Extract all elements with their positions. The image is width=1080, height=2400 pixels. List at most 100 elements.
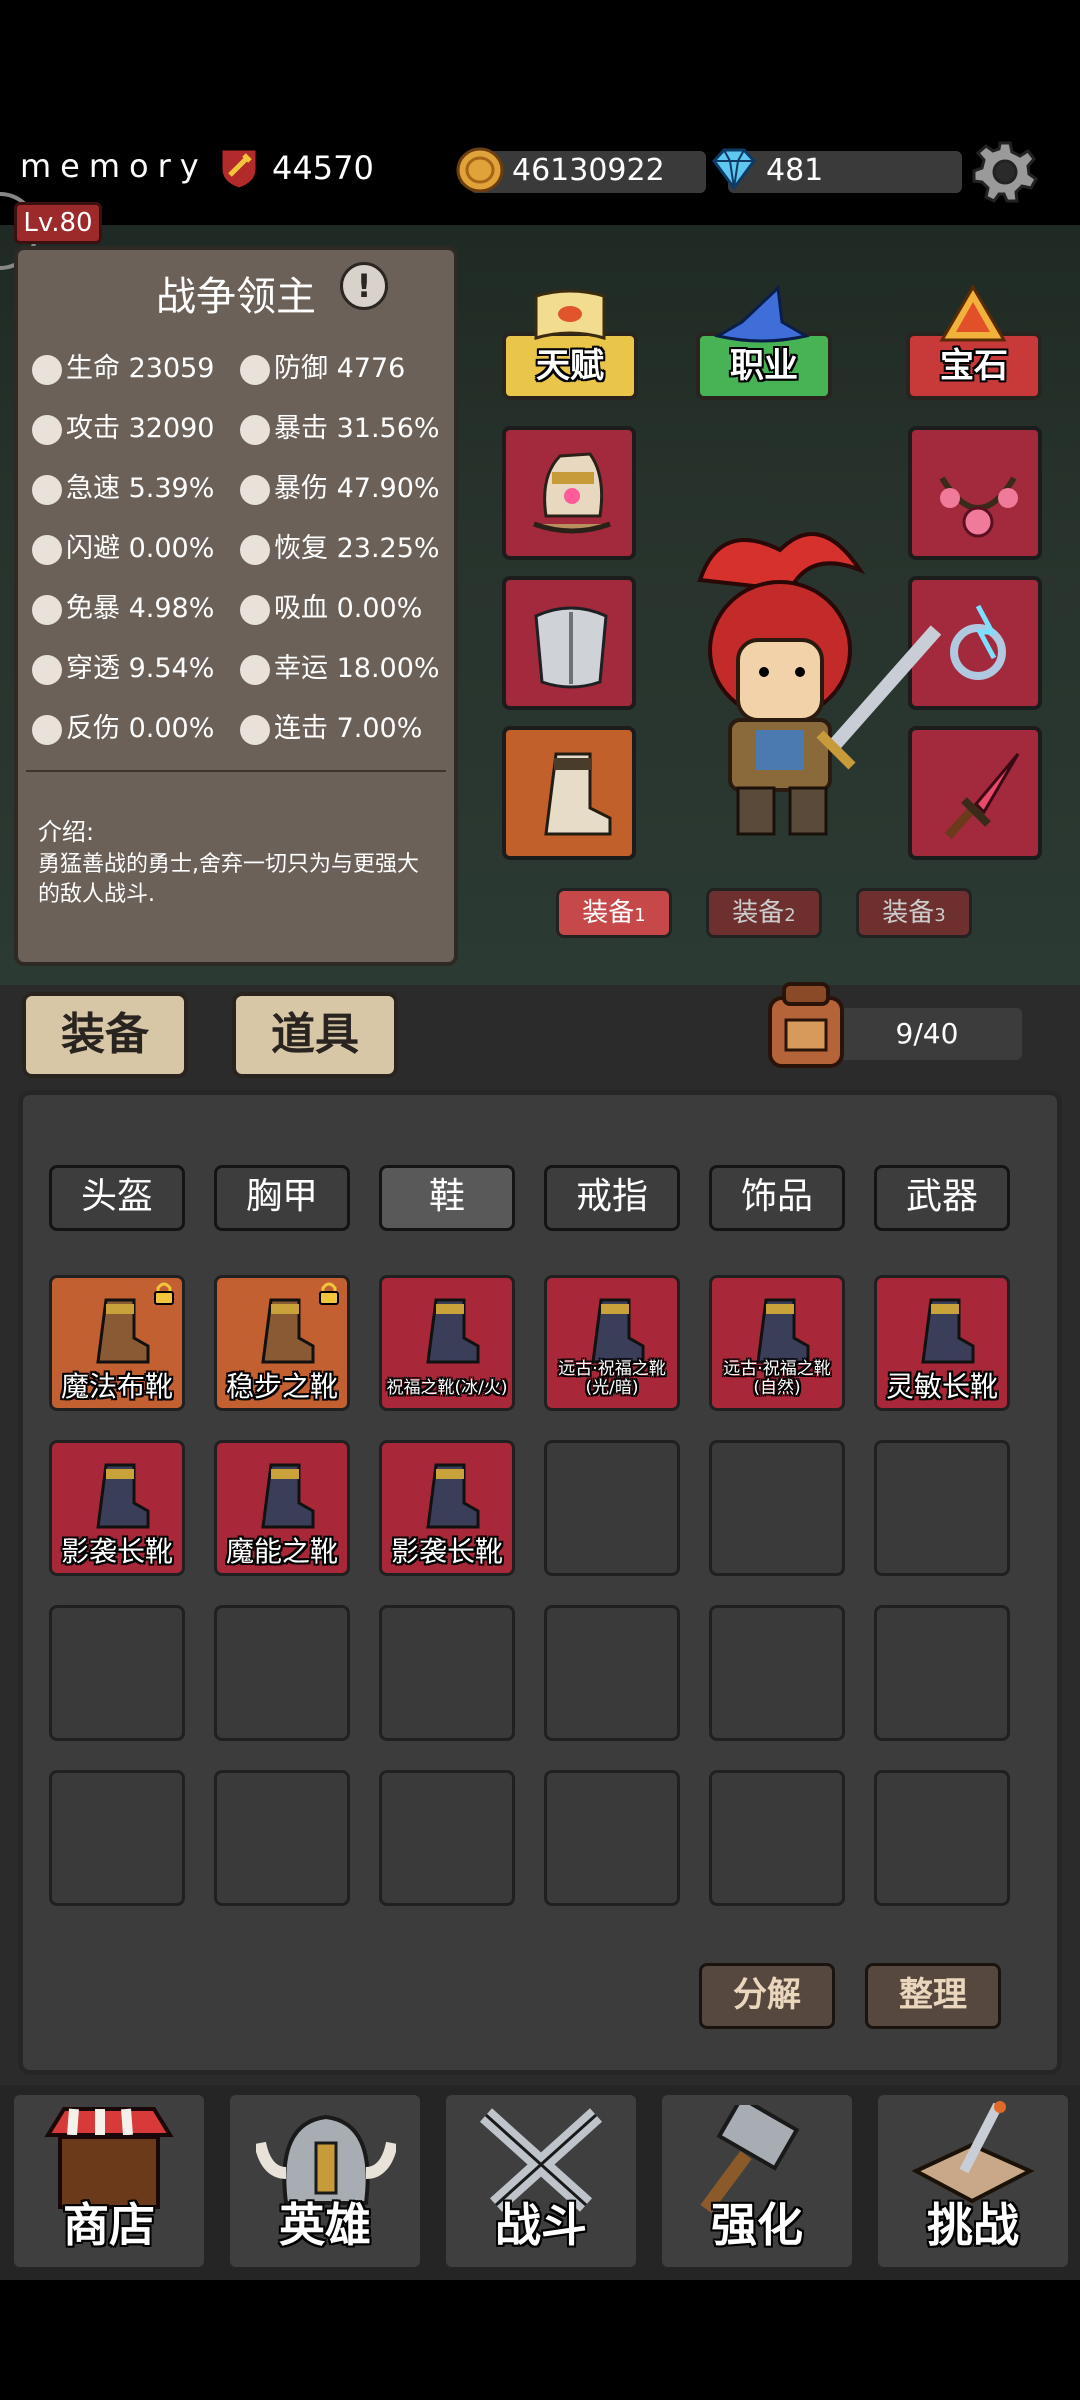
intro-text: 勇猛善战的勇士,舍弃一切只为与更强大的敌人战斗. (38, 852, 419, 907)
info-alert-icon[interactable]: ! (340, 262, 388, 310)
item-name: 祝福之靴(冰/火) (386, 1378, 508, 1398)
boot-item-icon (96, 1298, 150, 1364)
stat-label: 生命 (66, 353, 120, 384)
sort-button[interactable]: 整理 (865, 1963, 1001, 2029)
gold-value: 46130922 (512, 153, 665, 188)
power-value: 44570 (272, 149, 374, 187)
nav-challenge-label: 挑战 (927, 2198, 1019, 2252)
stat-value: 4776 (336, 353, 406, 384)
slot-boots[interactable] (502, 726, 636, 860)
stat-row: 急速 5.39% (32, 466, 214, 505)
empty-slot[interactable] (214, 1770, 350, 1906)
empty-slot[interactable] (49, 1770, 185, 1906)
empty-slot[interactable] (874, 1605, 1010, 1741)
empty-slot[interactable] (544, 1770, 680, 1906)
item-name: 魔能之靴 (225, 1535, 338, 1568)
empty-slot[interactable] (709, 1605, 845, 1741)
thorns-icon (32, 714, 62, 745)
inventory-item[interactable]: 魔法布靴 (49, 1275, 185, 1411)
stat-label: 恢复 (274, 533, 328, 564)
loadout-1-num: 1 (634, 905, 646, 926)
slot-helmet[interactable] (502, 426, 636, 560)
stat-value: 9.54% (128, 653, 215, 684)
loadout-button-1[interactable]: 装备1 (556, 888, 672, 938)
nav-battle[interactable]: 战斗 (446, 2095, 636, 2267)
empty-slot[interactable] (379, 1605, 515, 1741)
boot-item-icon (261, 1298, 315, 1364)
stat-row: 免暴 4.98% (32, 586, 214, 625)
category-tab[interactable]: 胸甲 (214, 1165, 350, 1231)
empty-slot[interactable] (49, 1605, 185, 1741)
power-shield-icon (218, 145, 260, 191)
stat-row: 防御 4776 (240, 346, 405, 385)
empty-slot[interactable] (709, 1770, 845, 1906)
job-label: 职业 (730, 346, 798, 386)
boot-item-icon (591, 1298, 645, 1364)
boot-item-icon (756, 1298, 810, 1364)
inventory-item[interactable]: 稳步之靴 (214, 1275, 350, 1411)
lifesteal-icon (240, 594, 270, 625)
empty-slot[interactable] (709, 1440, 845, 1576)
regen-icon (240, 534, 270, 565)
nav-challenge[interactable]: 挑战 (878, 2095, 1068, 2267)
empty-slot[interactable] (379, 1770, 515, 1906)
intro-label: 介绍: (38, 818, 95, 846)
inventory-item[interactable]: 祝福之靴(冰/火) (379, 1275, 515, 1411)
stat-value: 7.00% (336, 713, 423, 744)
stat-label: 免暴 (66, 593, 120, 624)
inventory-item[interactable]: 影袭长靴 (49, 1440, 185, 1576)
stat-value: 23059 (128, 353, 215, 384)
nav-upgrade[interactable]: 强化 (662, 2095, 852, 2267)
empty-slot[interactable] (874, 1770, 1010, 1906)
boot-item-icon (426, 1298, 480, 1364)
nav-hero[interactable]: 英雄 (230, 2095, 420, 2267)
empty-slot[interactable] (214, 1605, 350, 1741)
inventory-item[interactable]: 远古·祝福之靴(自然) (709, 1275, 845, 1411)
empty-slot[interactable] (544, 1440, 680, 1576)
combo-icon (240, 714, 270, 745)
loadout-button-2[interactable]: 装备2 (706, 888, 822, 938)
nav-shop[interactable]: 商店 (14, 2095, 204, 2267)
item-name: 魔法布靴 (60, 1370, 173, 1403)
category-tab[interactable]: 戒指 (544, 1165, 680, 1231)
inventory-item[interactable]: 影袭长靴 (379, 1440, 515, 1576)
category-tab[interactable]: 鞋 (379, 1165, 515, 1231)
loadout-3-label: 装备 (882, 898, 935, 928)
stat-row: 暴击 31.56% (240, 406, 440, 445)
stat-row: 穿透 9.54% (32, 646, 214, 685)
inventory-item[interactable]: 灵敏长靴 (874, 1275, 1010, 1411)
item-name: 远古·祝福之靴(光/暗) (558, 1359, 666, 1398)
inventory-item[interactable]: 魔能之靴 (214, 1440, 350, 1576)
category-tab[interactable]: 武器 (874, 1165, 1010, 1231)
slot-chest[interactable] (502, 576, 636, 710)
stat-row: 吸血 0.00% (240, 586, 422, 625)
system-nav-bar (0, 2280, 1080, 2400)
inventory-item[interactable]: 远古·祝福之靴(光/暗) (544, 1275, 680, 1411)
category-tab[interactable]: 饰品 (709, 1165, 845, 1231)
helmet-item-icon (533, 452, 611, 534)
loadout-button-3[interactable]: 装备3 (856, 888, 972, 938)
haste-icon (32, 474, 62, 505)
stat-value: 32090 (128, 413, 215, 444)
boot-item-icon (426, 1463, 480, 1529)
pierce-icon (32, 654, 62, 685)
stat-row: 攻击 32090 (32, 406, 215, 445)
empty-slot[interactable] (874, 1440, 1010, 1576)
stat-label: 暴击 (274, 413, 328, 444)
crit-immune-icon (32, 594, 62, 625)
equip-tab[interactable]: 装备 (22, 992, 188, 1078)
stat-value: 47.90% (336, 473, 440, 504)
boot-item-icon (96, 1463, 150, 1529)
settings-gear-icon[interactable] (972, 139, 1038, 205)
item-name: 稳步之靴 (225, 1370, 338, 1403)
decompose-button[interactable]: 分解 (699, 1963, 835, 2029)
loadout-1-label: 装备 (582, 898, 635, 928)
category-tab[interactable]: 头盔 (49, 1165, 185, 1231)
talent-button[interactable]: 天赋 (502, 332, 638, 400)
items-tab[interactable]: 道具 (232, 992, 398, 1078)
bag-count: 9/40 (832, 1008, 1022, 1060)
empty-slot[interactable] (544, 1605, 680, 1741)
stat-label: 急速 (66, 473, 120, 504)
nav-shop-label: 商店 (63, 2198, 155, 2252)
hero-character (660, 520, 950, 850)
